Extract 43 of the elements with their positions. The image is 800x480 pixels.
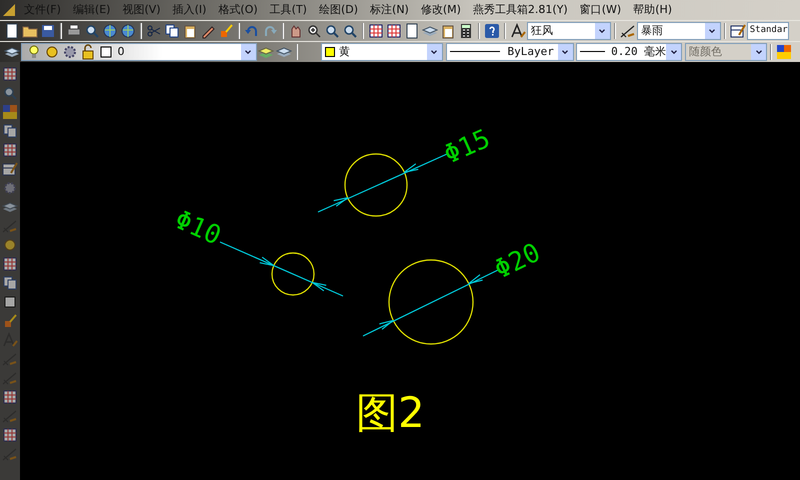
figure-caption: 图2 bbox=[356, 388, 425, 437]
menu-item[interactable]: 格式(O) bbox=[212, 0, 264, 20]
text-style-dropdown[interactable]: 狂风 bbox=[526, 22, 611, 40]
dimension-style-dropdown[interactable]: 暴雨 bbox=[636, 22, 721, 40]
line-sample bbox=[580, 51, 606, 52]
text-style-value: 狂风 bbox=[530, 22, 553, 39]
text-style-icon[interactable] bbox=[508, 22, 527, 40]
layer-dropdown[interactable]: 0 bbox=[20, 42, 257, 61]
help-icon[interactable] bbox=[482, 22, 501, 40]
copy-icon[interactable] bbox=[1, 122, 19, 140]
circle bbox=[344, 153, 408, 216]
lineweight-value: 0.20 毫米 bbox=[611, 44, 666, 60]
linetype-dropdown[interactable]: ByLayer bbox=[446, 42, 574, 61]
table-style-dropdown[interactable]: Standar bbox=[746, 22, 789, 40]
grid-icon[interactable] bbox=[366, 22, 385, 40]
color-name: 黄 bbox=[338, 44, 350, 60]
globe-icon[interactable] bbox=[100, 22, 119, 40]
copy-icon[interactable] bbox=[162, 22, 181, 40]
table-style-icon[interactable] bbox=[728, 22, 747, 40]
table-style-icon[interactable] bbox=[1, 160, 19, 178]
menu-item[interactable]: 燕秀工具箱2.81(Y) bbox=[466, 0, 574, 20]
line-sample bbox=[450, 51, 500, 52]
layer-name: 0 bbox=[118, 44, 124, 60]
plot-style-value: 随颜色 bbox=[689, 44, 722, 60]
linetype-value: ByLayer bbox=[508, 44, 554, 60]
menu-item[interactable]: 帮助(H) bbox=[627, 0, 678, 20]
menu-item[interactable]: 工具(T) bbox=[264, 0, 313, 20]
dimension-label: Φ10 bbox=[170, 204, 226, 252]
color-blocks-icon[interactable] bbox=[1, 102, 19, 121]
menu-item[interactable]: 窗口(W) bbox=[574, 0, 628, 20]
dimension-style-value: 暴雨 bbox=[640, 22, 663, 39]
lineweight-dropdown[interactable]: 0.20 毫米 bbox=[576, 42, 682, 61]
menu-item[interactable]: 绘图(D) bbox=[312, 0, 364, 20]
dimension-label: Φ15 bbox=[440, 124, 495, 170]
color-blocks-icon[interactable] bbox=[775, 42, 793, 61]
dimension-label: Φ20 bbox=[490, 238, 546, 286]
globe-icon[interactable] bbox=[118, 22, 137, 40]
grid-icon[interactable] bbox=[384, 22, 403, 40]
color-dropdown[interactable]: 黄 bbox=[320, 42, 443, 61]
circle bbox=[271, 252, 315, 296]
copy-icon[interactable] bbox=[1, 274, 19, 292]
menu-item[interactable]: 修改(M) bbox=[414, 0, 467, 20]
menu-item[interactable]: 标注(N) bbox=[364, 0, 415, 20]
